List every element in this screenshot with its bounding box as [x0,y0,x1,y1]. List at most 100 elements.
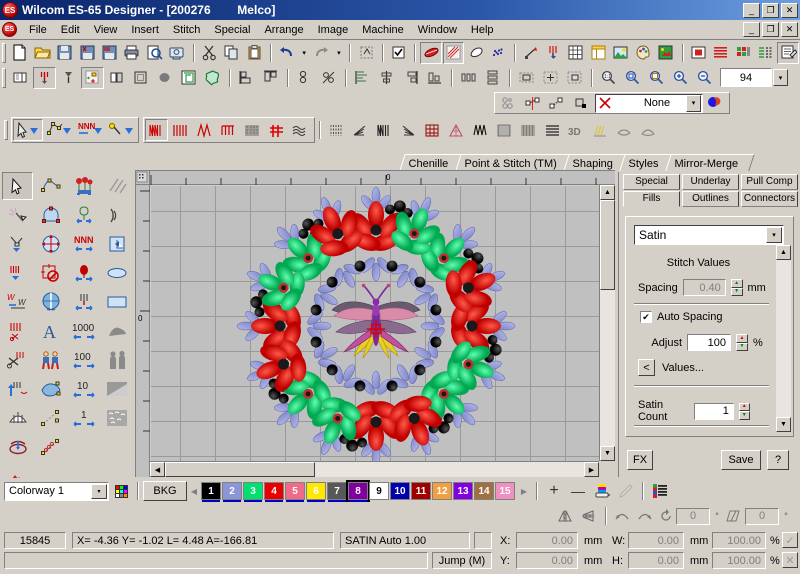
toolbar-gripper[interactable] [2,42,6,63]
zigzag-stitch-icon[interactable] [193,119,216,141]
cut-icon[interactable] [199,42,220,64]
reshape-object-tool-icon[interactable] [44,119,74,141]
spiral-fill-icon[interactable] [373,119,396,141]
knife-split-tool[interactable] [35,288,66,316]
stitch-effects-tool[interactable]: WW [2,288,33,316]
ring-tool[interactable] [2,433,33,461]
satin-stitch-icon[interactable] [145,119,168,141]
docker-tab-connectors[interactable]: Connectors [741,191,798,207]
color-chip-10[interactable]: 10 [390,482,410,500]
tab-point-and-stitch[interactable]: Point & Stitch (TM) [454,154,573,171]
tab-mirror-merge[interactable]: Mirror-Merge [665,154,755,171]
scroll-up-button[interactable]: ▲ [600,185,615,200]
canvas-horizontal-scrollbar[interactable]: ◀ ▶ [150,461,599,477]
carving-stamp-icon[interactable] [421,119,444,141]
color-palette-icon[interactable] [633,42,654,64]
ellipse-object-icon[interactable] [153,67,176,89]
input-c-icon[interactable] [81,66,104,89]
menu-special[interactable]: Special [207,22,257,38]
paste-icon[interactable] [244,42,265,64]
input-b-icon[interactable] [57,67,80,89]
stitch-edit-tool-icon[interactable]: NNN [75,119,105,141]
needle-points-icon[interactable] [442,41,465,64]
remove-overlap-tool[interactable] [35,259,66,287]
color-chip-3[interactable]: 3 [243,482,263,502]
zoom-11-icon[interactable]: 1:1 [597,67,620,89]
elastic-lettering-icon[interactable] [589,119,612,141]
fit-in-hoop-icon[interactable] [515,67,538,89]
color-chip-4[interactable]: 4 [264,482,284,502]
maximize-button[interactable]: ❐ [762,2,779,18]
align-vert-icon[interactable] [351,67,374,89]
x-value-field[interactable]: 0.00 [516,532,578,549]
gradient-fill-tool[interactable] [101,375,132,403]
color-chip-12[interactable]: 12 [432,482,452,500]
fill-type-select[interactable]: Satin ▾ [634,225,784,245]
menu-image[interactable]: Image [311,22,356,38]
mirror-horizontal-icon[interactable] [555,505,577,527]
save-machine-icon[interactable] [99,42,120,64]
colors-prev-arrow[interactable]: ◀ [187,487,201,496]
fill-type-dropdown-button[interactable]: ▾ [766,227,782,243]
object-props-icon[interactable] [755,42,776,64]
fan-shape-tool[interactable] [2,404,33,432]
motif-fill-tool[interactable] [68,172,99,200]
florentine-fill-icon[interactable] [397,119,420,141]
rotate-cw-icon[interactable] [634,505,656,527]
entry-point-icon[interactable] [545,92,568,114]
color-chip-5[interactable]: 5 [285,482,305,502]
menu-arrange[interactable]: Arrange [257,22,310,38]
stitch-count-1-tool[interactable]: 1 [68,404,99,432]
rectangle-tool[interactable] [101,288,132,316]
step-stitch-icon[interactable] [169,119,192,141]
stipple-fill-tool[interactable] [101,404,132,432]
reshape-node-tool[interactable] [35,172,66,200]
skew-icon[interactable] [724,505,744,527]
menu-window[interactable]: Window [411,22,464,38]
zoom-to-fit-icon[interactable] [645,67,668,89]
input-a-icon[interactable] [33,66,56,89]
stitch-list-icon[interactable] [710,42,731,64]
w-percent-field[interactable]: 100.00 [712,532,766,549]
undo-icon[interactable] [276,42,297,64]
fx-button[interactable]: FX [627,450,653,470]
remove-color-button[interactable]: — [566,483,590,499]
tab-chenille[interactable]: Chenille [399,154,465,171]
contour-fill-icon[interactable] [325,119,348,141]
connector-type-icon[interactable] [521,92,544,114]
lettering-tool[interactable]: A [35,317,66,345]
auto-trim-tool[interactable] [2,317,33,345]
select-check-icon[interactable] [388,42,409,64]
scroll-left-button[interactable]: ◀ [150,462,165,477]
new-icon[interactable] [9,42,30,64]
chain-line-tool[interactable] [35,433,66,461]
copy-icon[interactable] [221,42,242,64]
zoom-in-icon[interactable] [669,67,692,89]
magic-wand-tool[interactable] [2,201,33,229]
color-chip-8[interactable]: 8 [346,480,370,502]
center-in-hoop-icon[interactable] [539,67,562,89]
stitch-direction-tool[interactable] [2,259,33,287]
color-chip-2[interactable]: 2 [222,482,242,502]
spacing-input[interactable]: 0.40 [682,279,726,296]
stitch-angle-bar-icon[interactable] [493,119,516,141]
colorway-dropdown-button[interactable]: ▾ [91,483,107,499]
document-icon[interactable]: ES [2,22,17,37]
ruler-corner[interactable] [136,171,150,185]
satin-count-input[interactable]: 1 [694,402,734,420]
zigzag-tool[interactable]: NNN [68,230,99,258]
cross-stitch-icon[interactable] [265,119,288,141]
color-chip-15[interactable]: 15 [495,482,515,500]
print-preview-icon[interactable] [144,42,165,64]
connectors-view-icon[interactable] [488,42,509,64]
canvas-vertical-scrollbar[interactable]: ▲ ▼ [599,185,615,461]
panel-scroll-up-button[interactable]: ▲ [776,245,791,260]
zoom-box-icon[interactable] [621,67,644,89]
vertical-ruler[interactable]: 0 [136,171,150,477]
docker-tab-outlines[interactable]: Outlines [682,191,739,207]
digitize-tool-icon[interactable] [106,119,136,141]
close-button[interactable]: ✕ [781,2,798,18]
menu-edit[interactable]: Edit [54,22,87,38]
h-value-field[interactable]: 0.00 [628,552,684,569]
hoop-icon[interactable] [588,42,609,64]
